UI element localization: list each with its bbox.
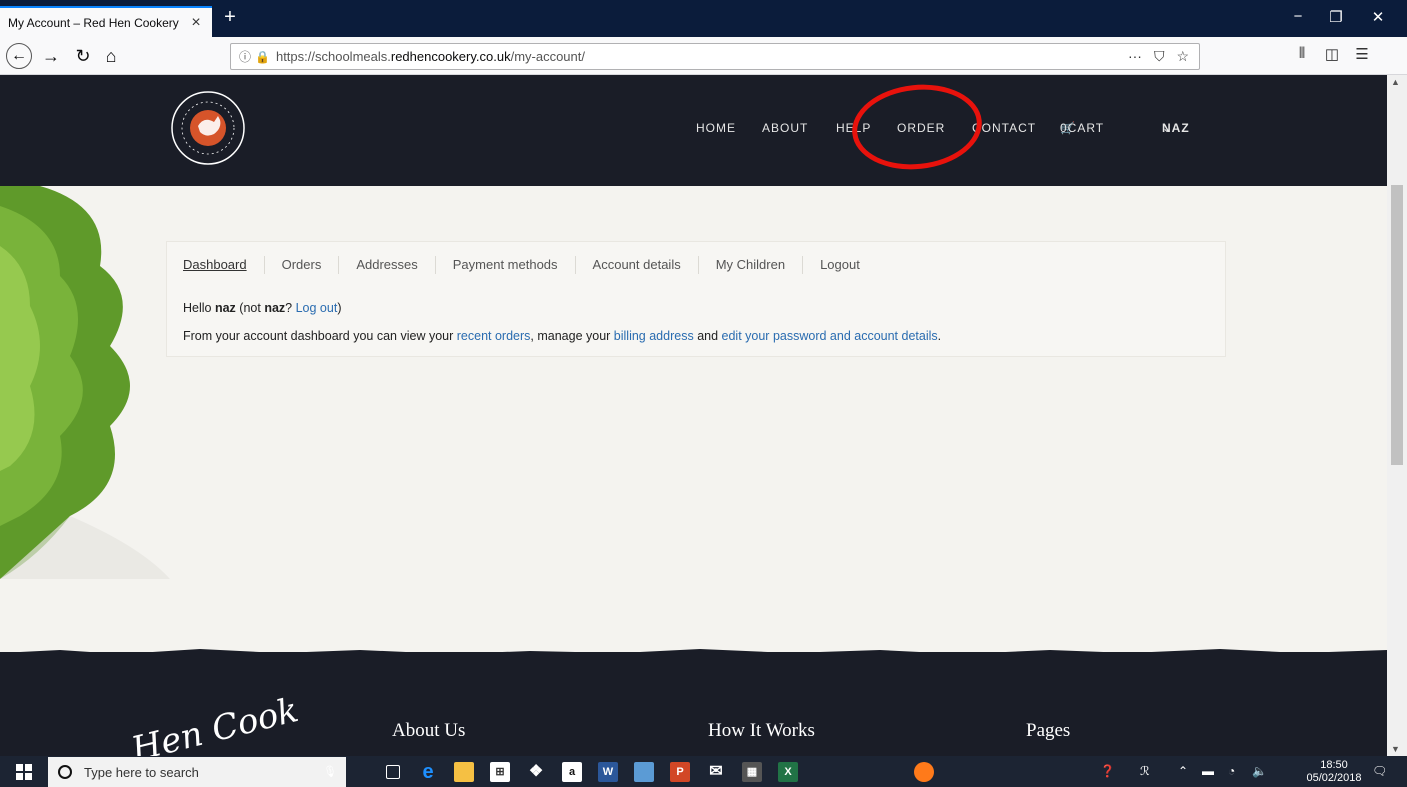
photos-icon[interactable] <box>634 762 654 782</box>
browser-tab-bar: My Account – Red Hen Cookery × + − ❐ ✕ <box>0 0 1407 37</box>
browser-tab-active[interactable]: My Account – Red Hen Cookery × <box>0 6 212 37</box>
account-tab-addresses[interactable]: Addresses <box>339 256 436 274</box>
library-icon[interactable]: ⫴ <box>1290 45 1314 62</box>
microphone-icon[interactable]: 🎙 <box>320 762 340 782</box>
account-nav: Dashboard Orders Addresses Payment metho… <box>183 256 877 274</box>
account-tab-logout[interactable]: Logout <box>803 256 877 274</box>
account-tab-payment-methods[interactable]: Payment methods <box>436 256 576 274</box>
new-tab-button[interactable]: + <box>218 6 242 30</box>
battery-icon[interactable]: ▬ <box>1202 764 1214 778</box>
recent-orders-link[interactable]: recent orders <box>457 329 531 343</box>
task-view-icon[interactable] <box>386 765 400 779</box>
web-page: HOME ABOUT HELP ORDER CONTACT 🛒 0CART NA… <box>0 75 1387 756</box>
info-icon[interactable]: ⓘ <box>239 48 251 65</box>
edge-icon[interactable]: e <box>418 762 438 782</box>
clock-time: 18:50 <box>1320 759 1348 771</box>
bookmark-star-icon[interactable]: ☆ <box>1176 48 1189 65</box>
dashboard-description: From your account dashboard you can view… <box>183 329 942 343</box>
mail-icon[interactable]: ✉ <box>706 762 726 782</box>
sidebar-icon[interactable]: ◫ <box>1320 45 1344 63</box>
wifi-icon[interactable]: ◔ <box>1228 764 1235 778</box>
billing-address-link[interactable]: billing address <box>614 329 694 343</box>
tray-chevron-up-icon[interactable]: ⌃ <box>1178 764 1188 778</box>
menu-icon[interactable]: ☰ <box>1350 45 1374 63</box>
tab-close-icon[interactable]: × <box>188 14 204 32</box>
greeting-text: Hello naz (not naz? Log out) <box>183 301 342 315</box>
edit-account-link[interactable]: edit your password and account details <box>722 329 938 343</box>
reload-icon[interactable]: ↻ <box>70 44 96 68</box>
account-tab-orders[interactable]: Orders <box>265 256 340 274</box>
minimize-icon[interactable]: − <box>1286 8 1310 25</box>
lock-icon: 🔒 <box>255 49 270 64</box>
browser-toolbar: ← → ↻ ⌂ ⓘ 🔒 https://schoolmeals.redhenco… <box>0 37 1407 75</box>
taskbar-search[interactable]: Type here to search <box>48 757 346 787</box>
account-tab-my-children[interactable]: My Children <box>699 256 804 274</box>
nav-about[interactable]: ABOUT <box>762 121 808 135</box>
logout-link[interactable]: Log out <box>296 301 338 315</box>
page-actions-icon[interactable]: ··· <box>1128 48 1142 65</box>
tab-title: My Account – Red Hen Cookery <box>8 15 179 30</box>
file-explorer-icon[interactable] <box>454 762 474 782</box>
volume-icon[interactable]: 🔈 <box>1252 764 1267 778</box>
forward-arrow-icon[interactable]: → <box>38 44 64 68</box>
people-icon[interactable]: ℛ <box>1140 764 1150 778</box>
site-footer: Hen Cook About Us How It Works Pages <box>0 652 1387 756</box>
back-arrow-icon[interactable]: ← <box>6 43 32 69</box>
account-tab-dashboard[interactable]: Dashboard <box>183 256 265 274</box>
calculator-icon[interactable]: ▦ <box>742 762 762 782</box>
notifications-icon[interactable]: 🗨 <box>1372 764 1387 778</box>
highlight-annotation-circle <box>847 78 987 176</box>
store-icon[interactable]: ⊞ <box>490 762 510 782</box>
pocket-icon[interactable]: ⛉ <box>1154 48 1165 65</box>
excel-icon[interactable]: X <box>778 762 798 782</box>
account-dashboard-panel: Dashboard Orders Addresses Payment metho… <box>166 241 1226 357</box>
amazon-icon[interactable]: a <box>562 762 582 782</box>
scroll-down-icon[interactable]: ▼ <box>1391 744 1400 754</box>
windows-start-icon[interactable] <box>16 764 32 780</box>
home-icon[interactable]: ⌂ <box>98 44 124 68</box>
footer-how-it-works-heading: How It Works <box>708 720 815 741</box>
site-header: HOME ABOUT HELP ORDER CONTACT 🛒 0CART NA… <box>0 75 1387 186</box>
cortana-icon <box>58 765 72 779</box>
firefox-icon[interactable] <box>914 762 934 782</box>
lettuce-decoration <box>0 186 170 579</box>
word-icon[interactable]: W <box>598 762 618 782</box>
scroll-thumb[interactable] <box>1391 185 1403 465</box>
dropbox-icon[interactable]: ❖ <box>526 762 546 782</box>
windows-taskbar: Type here to search 🎙 e ⊞ ❖ a W P ✉ ▦ X … <box>0 756 1407 787</box>
url-text: https://schoolmeals.redhencookery.co.uk/… <box>275 49 585 64</box>
search-placeholder: Type here to search <box>84 764 199 780</box>
scroll-up-icon[interactable]: ▲ <box>1391 77 1400 87</box>
footer-pages-heading: Pages <box>1026 720 1071 741</box>
account-tab-account-details[interactable]: Account details <box>576 256 699 274</box>
nav-home[interactable]: HOME <box>696 121 736 135</box>
help-icon[interactable]: ❓ <box>1100 764 1115 778</box>
chevron-down-icon: ⌄ <box>1162 121 1174 135</box>
footer-logo: Hen Cook <box>127 690 303 756</box>
clock-date: 05/02/2018 <box>1306 772 1362 784</box>
red-hen-logo[interactable] <box>170 90 246 166</box>
address-bar[interactable]: ⓘ 🔒 https://schoolmeals.redhencookery.co… <box>230 43 1200 70</box>
powerpoint-icon[interactable]: P <box>670 762 690 782</box>
page-scrollbar[interactable]: ▲ ▼ <box>1387 75 1407 756</box>
close-window-icon[interactable]: ✕ <box>1366 8 1390 26</box>
footer-about-heading: About Us <box>392 720 466 741</box>
taskbar-clock[interactable]: 18:50 05/02/2018 <box>1304 759 1364 785</box>
restore-icon[interactable]: ❐ <box>1324 8 1348 26</box>
